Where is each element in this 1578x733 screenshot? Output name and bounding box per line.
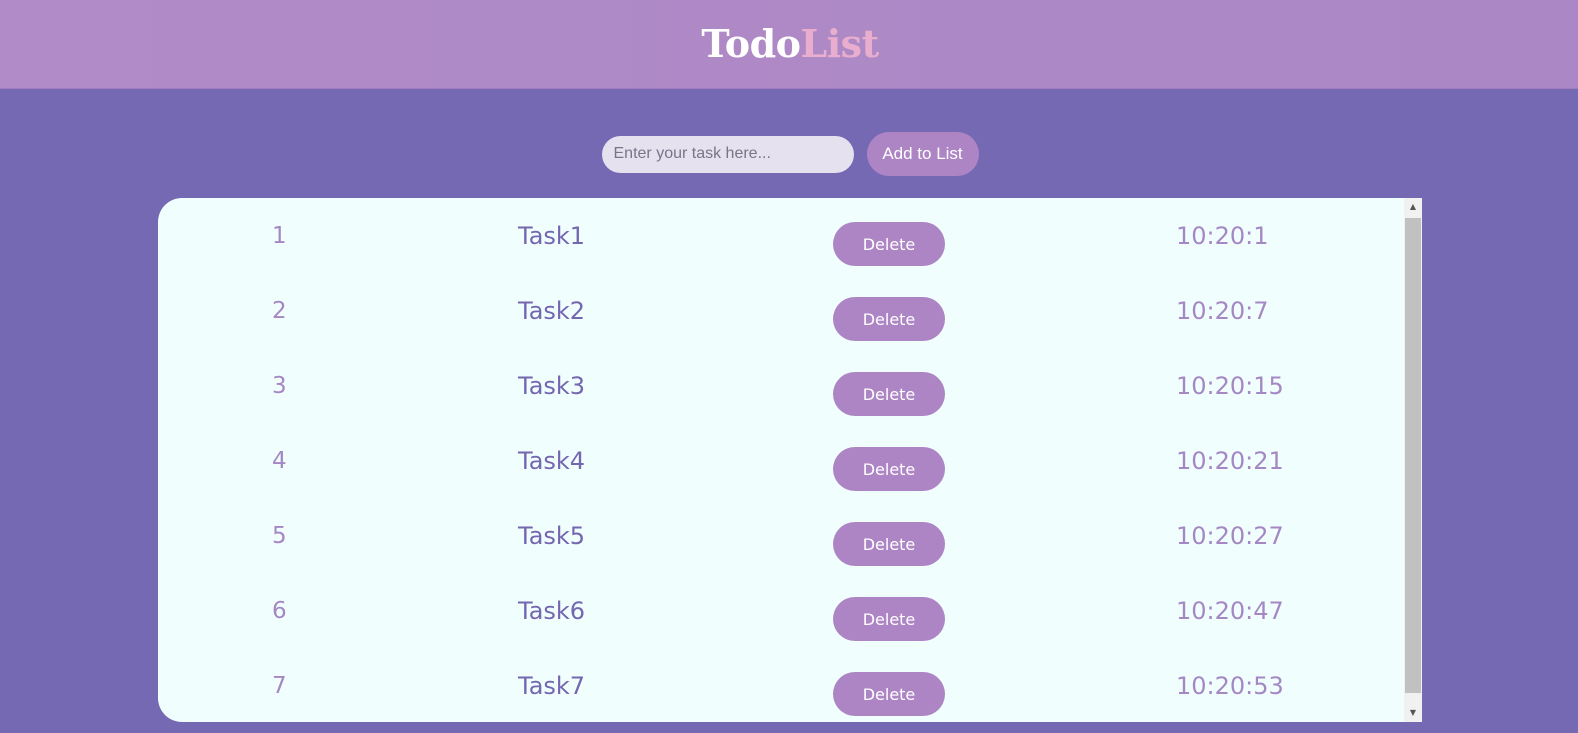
task-list-scrollbar[interactable]: ▲ ▼ [1404, 198, 1422, 722]
task-name: Task1 [518, 222, 586, 250]
task-time: 10:20:7 [1176, 297, 1269, 325]
delete-task-button[interactable]: Delete [833, 522, 945, 566]
task-list-panel: 1 Task1 Delete 10:20:1 2 Task2 Delete 10… [158, 198, 1422, 722]
scrollbar-thumb[interactable] [1405, 218, 1421, 693]
task-row: 6 Task6 Delete 10:20:47 [158, 573, 1404, 648]
app-title-todo: Todo [701, 21, 801, 66]
scroll-down-arrow-icon[interactable]: ▼ [1404, 704, 1422, 722]
task-time: 10:20:15 [1176, 372, 1284, 400]
task-row: 3 Task3 Delete 10:20:15 [158, 348, 1404, 423]
task-time: 10:20:1 [1176, 222, 1269, 250]
task-row: 7 Task7 Delete 10:20:53 [158, 648, 1404, 722]
task-name: Task7 [518, 672, 586, 700]
task-number: 7 [272, 673, 287, 699]
delete-task-button[interactable]: Delete [833, 597, 945, 641]
task-row: 5 Task5 Delete 10:20:27 [158, 498, 1404, 573]
app-title: TodoList [701, 25, 879, 63]
task-number: 3 [272, 373, 287, 399]
app-title-list: List [800, 21, 880, 66]
scroll-up-arrow-icon[interactable]: ▲ [1404, 198, 1422, 216]
delete-task-button[interactable]: Delete [833, 447, 945, 491]
task-input[interactable] [601, 135, 854, 173]
delete-task-button[interactable]: Delete [833, 222, 945, 266]
task-number: 1 [272, 223, 287, 249]
task-number: 6 [272, 598, 287, 624]
task-time: 10:20:21 [1176, 447, 1284, 475]
task-entry-form: Add to List [0, 132, 1578, 176]
task-name: Task4 [518, 447, 586, 475]
task-row: 2 Task2 Delete 10:20:7 [158, 273, 1404, 348]
task-time: 10:20:27 [1176, 522, 1284, 550]
app-header: TodoList [0, 0, 1578, 89]
task-time: 10:20:47 [1176, 597, 1284, 625]
task-name: Task6 [518, 597, 586, 625]
delete-task-button[interactable]: Delete [833, 297, 945, 341]
add-to-list-button[interactable]: Add to List [866, 132, 979, 176]
task-time: 10:20:53 [1176, 672, 1284, 700]
task-name: Task2 [518, 297, 586, 325]
task-name: Task3 [518, 372, 586, 400]
task-number: 4 [272, 448, 287, 474]
task-number: 5 [272, 523, 287, 549]
task-list: 1 Task1 Delete 10:20:1 2 Task2 Delete 10… [158, 198, 1404, 722]
task-row: 4 Task4 Delete 10:20:21 [158, 423, 1404, 498]
task-row: 1 Task1 Delete 10:20:1 [158, 198, 1404, 273]
task-name: Task5 [518, 522, 586, 550]
delete-task-button[interactable]: Delete [833, 672, 945, 716]
task-number: 2 [272, 298, 287, 324]
delete-task-button[interactable]: Delete [833, 372, 945, 416]
